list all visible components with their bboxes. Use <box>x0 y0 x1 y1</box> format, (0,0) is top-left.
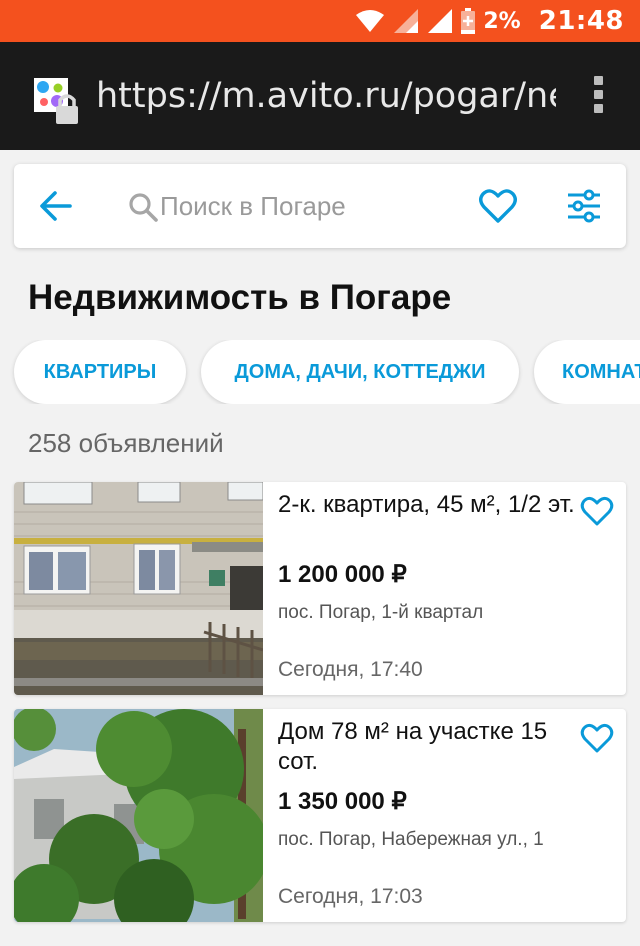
heart-icon[interactable] <box>580 494 614 528</box>
battery-level: 2% <box>483 8 521 34</box>
chip-apartments[interactable]: КВАРТИРЫ <box>14 340 186 404</box>
listing-address: пос. Погар, Набережная ул., 1 <box>278 829 544 850</box>
brick-apartment-building-photo[interactable] <box>14 482 263 695</box>
listing-price: 1 350 000 ₽ <box>278 788 407 815</box>
clock: 21:48 <box>538 6 624 36</box>
overflow-menu-icon[interactable] <box>586 76 610 116</box>
status-icons: 2% 21:48 <box>355 0 624 42</box>
listing-title[interactable]: Дом 78 м² на участке 15 сот. <box>278 717 578 777</box>
results-count: 258 объявлений <box>28 428 224 458</box>
wifi-icon <box>356 10 385 32</box>
url-field[interactable]: https://m.avito.ru/pogar/ne <box>96 76 556 118</box>
listing-address: пос. Погар, 1-й квартал <box>278 602 484 623</box>
status-bar: 2% 21:48 <box>0 0 640 42</box>
search-input[interactable] <box>160 186 460 226</box>
listing-date: Сегодня, 17:03 <box>278 885 423 908</box>
heart-icon[interactable] <box>580 721 614 755</box>
signal-icon-secondary <box>428 9 453 33</box>
sliders-filter-icon[interactable] <box>564 186 604 226</box>
house-behind-trees-photo[interactable] <box>14 709 263 922</box>
chip-rooms[interactable]: КОМНАТЫ <box>534 340 640 404</box>
signal-icon <box>394 9 419 33</box>
listing-date: Сегодня, 17:40 <box>278 658 423 681</box>
back-arrow-icon[interactable] <box>38 188 74 224</box>
listing-price: 1 200 000 ₽ <box>278 561 407 588</box>
listing-card[interactable]: 2-к. квартира, 45 м², 1/2 эт. 1 200 000 … <box>14 482 626 695</box>
favorites-heart-icon[interactable] <box>478 186 518 226</box>
battery-charging-icon <box>461 8 476 34</box>
search-bar <box>14 164 626 248</box>
listing-card[interactable]: Дом 78 м² на участке 15 сот. 1 350 000 ₽… <box>14 709 626 922</box>
avito-logo-with-lock-icon[interactable] <box>34 78 80 126</box>
browser-url-bar: https://m.avito.ru/pogar/ne <box>0 42 640 150</box>
category-chips: КВАРТИРЫ ДОМА, ДАЧИ, КОТТЕДЖИ КОМНАТЫ <box>0 340 640 404</box>
listing-title[interactable]: 2-к. квартира, 45 м², 1/2 эт. <box>278 490 578 520</box>
search-icon <box>129 193 158 222</box>
chip-houses[interactable]: ДОМА, ДАЧИ, КОТТЕДЖИ <box>201 340 519 404</box>
page-title: Недвижимость в Погаре <box>28 278 452 317</box>
